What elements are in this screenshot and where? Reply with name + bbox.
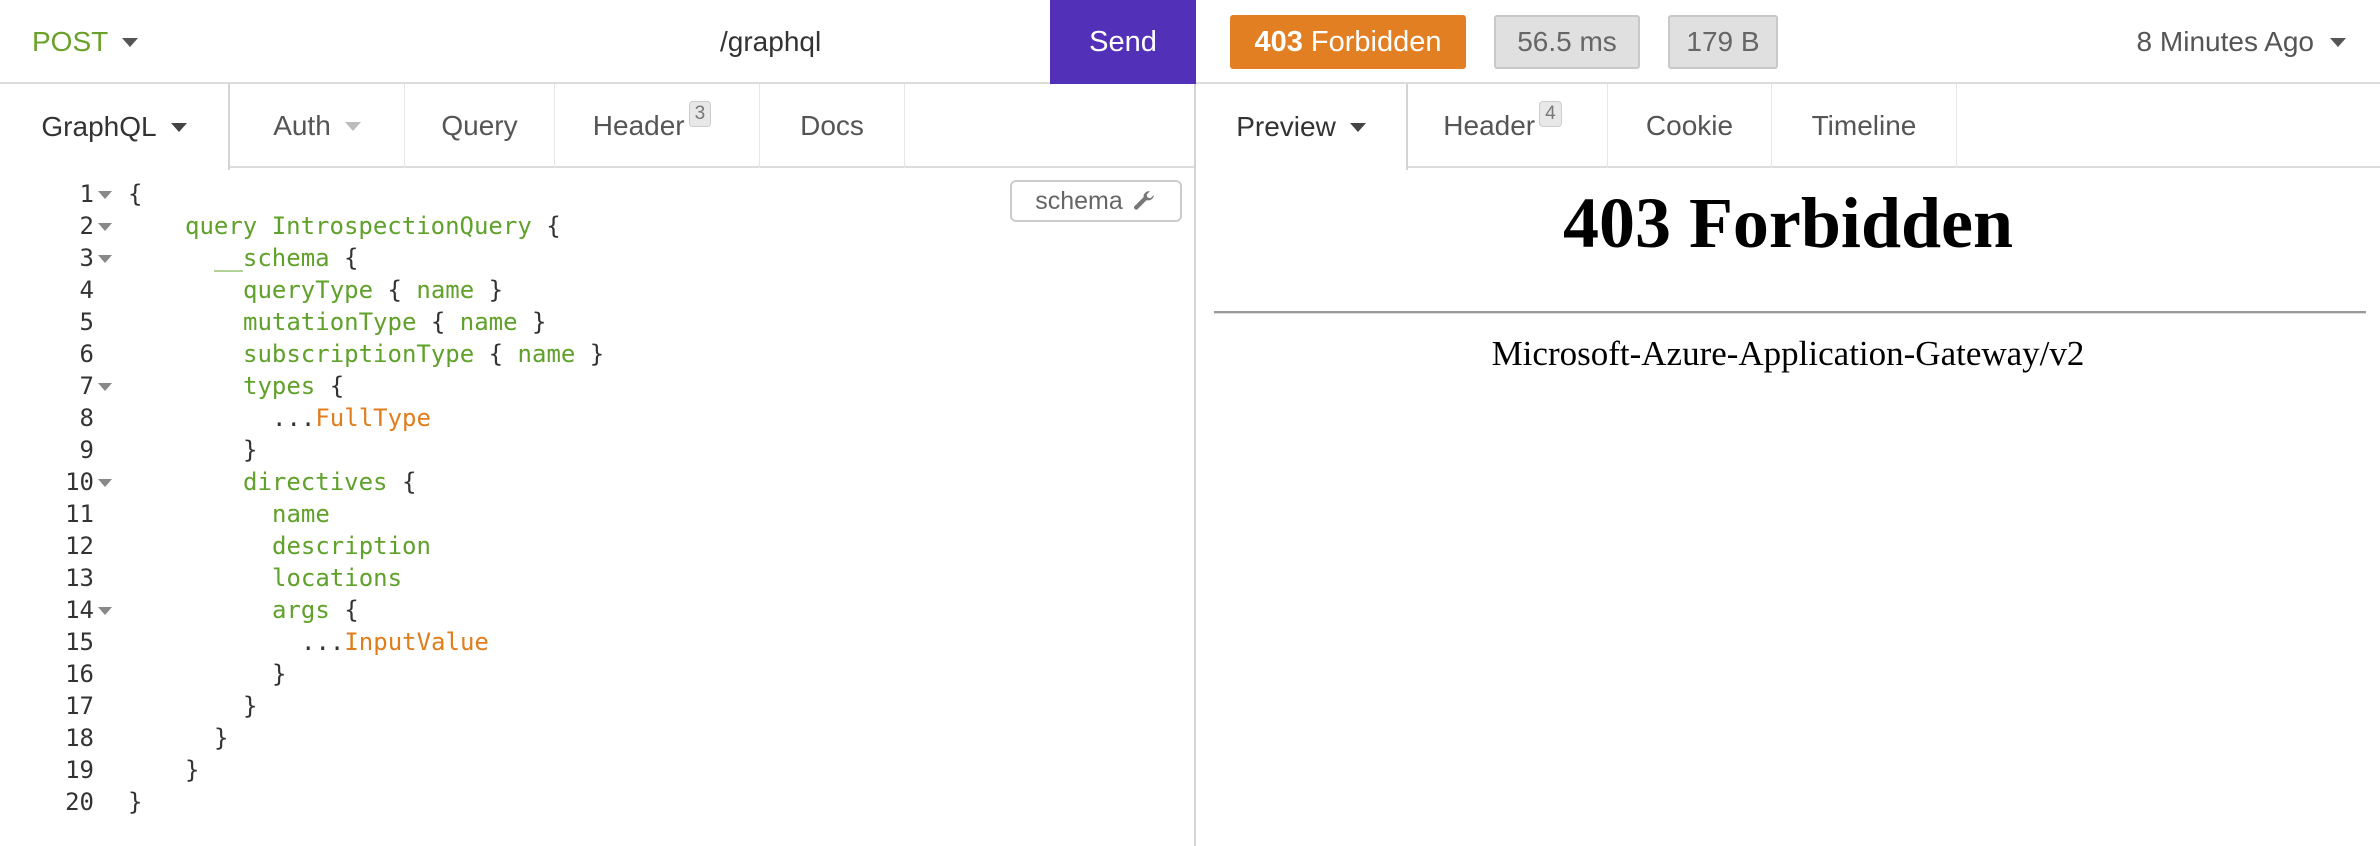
status-code: 403 [1254,25,1303,58]
tab-label: GraphQL [41,111,157,142]
chevron-down-icon [170,122,187,132]
line-number-row: 7 [0,370,128,402]
method-label: POST [32,26,109,57]
tab-label: Timeline [1811,110,1917,141]
fold-arrow-icon[interactable] [98,383,112,391]
tab-label: Query [441,110,518,141]
line-number-row: 20 [0,786,128,818]
line-number: 18 [65,724,94,752]
tab-graphql[interactable]: GraphQL [0,84,230,170]
line-number-row: 2 [0,210,128,242]
line-number: 17 [65,692,94,720]
line-number-row: 6 [0,338,128,370]
tab-cookie[interactable]: Cookie [1608,84,1772,168]
line-number-row: 13 [0,562,128,594]
line-number-row: 9 [0,434,128,466]
line-number: 16 [65,660,94,688]
fold-arrow-icon[interactable] [98,191,112,199]
tab-timeline[interactable]: Timeline [1772,84,1957,168]
history-dropdown[interactable]: 8 Minutes Ago [2137,0,2346,84]
preview-heading: 403 Forbidden [1562,183,2014,263]
line-number: 10 [65,468,94,496]
line-number: 13 [65,564,94,592]
method-dropdown[interactable]: POST [20,0,150,84]
tab-label: Auth [273,110,331,141]
line-number: 20 [65,788,94,816]
line-number: 1 [79,180,94,208]
line-number: 7 [79,372,94,400]
tab-label: Docs [800,110,864,141]
fold-arrow-icon[interactable] [98,479,112,487]
line-number-row: 5 [0,306,128,338]
status-badge: 403 Forbidden [1230,15,1466,69]
line-number-row: 19 [0,754,128,786]
line-number-row: 1 [0,178,128,210]
line-number: 4 [79,276,94,304]
header-count-badge: 4 [1539,101,1562,127]
request-pane: POST /graphql Send GraphQL Auth Query He… [0,0,1196,846]
tab-response-header[interactable]: Header 4 [1408,84,1608,168]
line-number: 11 [65,500,94,528]
line-number: 15 [65,628,94,656]
tab-label: Cookie [1645,110,1734,141]
fold-arrow-icon[interactable] [98,255,112,263]
tab-query[interactable]: Query [405,84,555,168]
request-tabs: GraphQL Auth Query Header 3 Docs [0,84,1194,170]
line-number: 2 [79,212,94,240]
fold-arrow-icon[interactable] [98,223,112,231]
chevron-down-icon [1349,122,1366,132]
line-number-row: 8 [0,402,128,434]
url-bar: POST /graphql Send [0,0,1196,84]
response-preview: 403 Forbidden Microsoft-Azure-Applicatio… [1196,172,2380,846]
line-number-row: 4 [0,274,128,306]
preview-server-text: Microsoft-Azure-Application-Gateway/v2 [1491,334,2085,373]
tab-label: Header [592,110,685,141]
tab-label: Preview [1236,111,1336,142]
line-number: 14 [65,596,94,624]
url-input[interactable]: /graphql [720,0,821,84]
tab-header[interactable]: Header 3 [555,84,760,168]
header-count-badge: 3 [688,101,712,127]
line-number-row: 18 [0,722,128,754]
tab-label: Header [1443,110,1536,141]
tab-docs[interactable]: Docs [760,84,905,168]
line-number: 6 [79,340,94,368]
line-number: 9 [79,436,94,464]
line-number-row: 17 [0,690,128,722]
status-text: Forbidden [1310,25,1442,58]
tab-auth[interactable]: Auth [230,84,405,168]
line-number-row: 15 [0,626,128,658]
send-button[interactable]: Send [1050,0,1196,84]
line-number-row: 14 [0,594,128,626]
tab-preview[interactable]: Preview [1196,84,1408,170]
line-number: 12 [65,532,94,560]
response-tabs: Preview Header 4 Cookie Timeline [1196,84,2380,170]
response-status-bar: 403 Forbidden 56.5 ms 179 B 8 Minutes Ag… [1196,0,2380,84]
chevron-down-icon [122,37,139,47]
divider [1214,311,2366,314]
history-label: 8 Minutes Ago [2136,26,2314,57]
line-number-row: 3 [0,242,128,274]
fold-arrow-icon[interactable] [98,607,112,615]
line-number-row: 10 [0,466,128,498]
line-number-row: 12 [0,530,128,562]
line-number-row: 16 [0,658,128,690]
response-size-badge: 179 B [1668,15,1778,69]
chevron-down-icon [2330,37,2346,47]
line-number: 19 [65,756,94,784]
code-editor[interactable]: 1 2 3 4 5 6 7 8 9 10 11 12 13 14 15 16 17 18 19 20 { query … [0,172,1194,846]
line-number: 3 [79,244,94,272]
line-number-row: 11 [0,498,128,530]
response-time-badge: 56.5 ms [1494,15,1640,69]
response-pane: 403 Forbidden 56.5 ms 179 B 8 Minutes Ag… [1196,0,2380,846]
chevron-down-icon [344,121,361,131]
line-number: 5 [79,308,94,336]
line-number: 8 [79,404,94,432]
